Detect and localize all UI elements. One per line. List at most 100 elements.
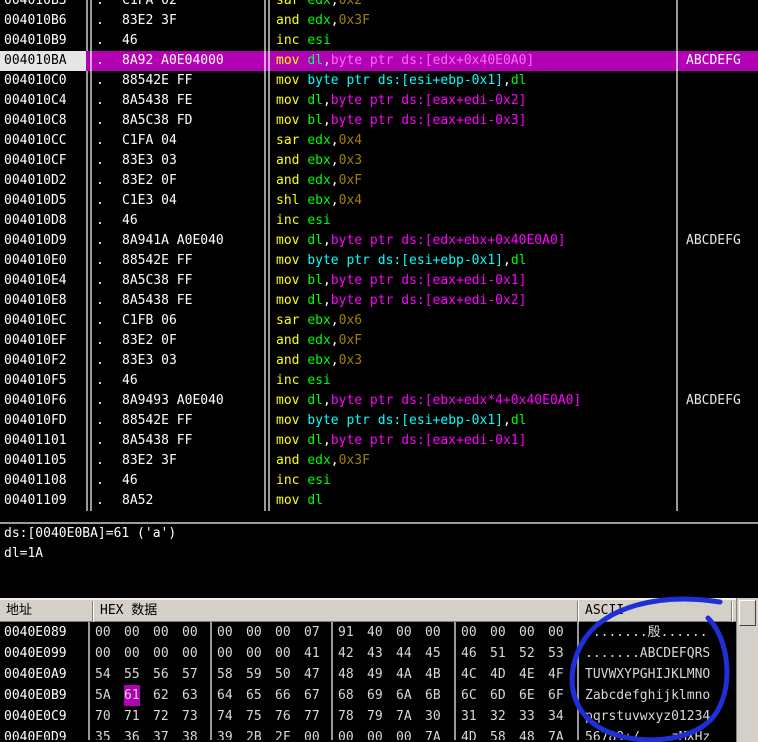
disassembly-address[interactable]: 00401105	[0, 451, 88, 471]
disassembly-address[interactable]: 00401108	[0, 471, 88, 491]
disassembly-hex-bytes[interactable]: 83E2 3F	[122, 451, 177, 471]
dump-byte[interactable]: 2B	[246, 727, 262, 740]
disassembly-hex-bytes[interactable]: 8A5C38 FF	[122, 271, 192, 291]
dump-byte[interactable]: 00	[124, 622, 140, 643]
dump-row[interactable]: 0040E0D9 35 36 37 38 39 2B 2F 00 00 00 00 7A 4D 58 48 7A…	[0, 727, 758, 740]
disassembly-row[interactable]: 004010D8. 46 inc esi	[0, 211, 758, 231]
dump-byte[interactable]: 46	[461, 643, 477, 664]
dump-byte[interactable]: 30	[425, 706, 441, 727]
disassembly-hex-bytes[interactable]: 46	[122, 371, 138, 391]
dump-byte[interactable]: 4D	[490, 664, 506, 685]
disassembly-row[interactable]: 004010BA. 8A92 A0E04000 mov dl,byte ptr ds…	[0, 51, 758, 71]
dump-byte[interactable]: 7A	[548, 727, 564, 740]
dump-byte[interactable]: 2F	[275, 727, 291, 740]
disassembly-hex-bytes[interactable]: 8A941A A0E040	[122, 231, 224, 251]
dump-byte[interactable]: 39	[217, 727, 233, 740]
disassembly-mnemonic[interactable]: inc esi	[276, 471, 331, 491]
disassembly-address[interactable]: 004010D9	[0, 231, 88, 251]
dump-byte[interactable]: 00	[95, 622, 111, 643]
dump-byte[interactable]: 6B	[425, 685, 441, 706]
dump-row[interactable]: 0040E0B9 5A 61 62 63 64 65 66 67 68 69 6A 6B 6C 6D 6E 6F…	[0, 685, 758, 706]
disassembly-address[interactable]: 00401109	[0, 491, 88, 511]
disassembly-address[interactable]: 004010EC	[0, 311, 88, 331]
dump-byte[interactable]: 32	[490, 706, 506, 727]
dump-byte[interactable]: 00	[182, 622, 198, 643]
dump-row[interactable]: 0040E0C9 70 71 72 73 74 75 76 77 78 79 7A 30 31 32 33 34…	[0, 706, 758, 727]
disassembly-hex-bytes[interactable]: 83E2 0F	[122, 171, 177, 191]
disassembly-mnemonic[interactable]: sar ebx,0x6	[276, 311, 362, 331]
dump-byte[interactable]: 58	[490, 727, 506, 740]
dump-byte[interactable]: 35	[95, 727, 111, 740]
dump-byte[interactable]: 64	[217, 685, 233, 706]
dump-byte[interactable]: 00	[275, 643, 291, 664]
dump-byte[interactable]: 79	[367, 706, 383, 727]
disassembly-address[interactable]: 004010CC	[0, 131, 88, 151]
dump-byte[interactable]: 47	[304, 664, 320, 685]
dump-rows[interactable]: 0040E089 00 00 00 00 00 00 00 07 91 40 00 00 00 00 00 00…	[0, 622, 758, 740]
disassembly-mnemonic[interactable]: mov dl,byte ptr ds:[ebx+edx*4+0x40E0A0]	[276, 391, 581, 411]
dump-byte[interactable]: 6A	[396, 685, 412, 706]
dump-header-sep-2[interactable]	[577, 601, 579, 622]
disassembly-address[interactable]: 004010C4	[0, 91, 88, 111]
dump-byte[interactable]: 00	[246, 643, 262, 664]
disassembly-row[interactable]: 004010C8. 8A5C38 FD mov bl,byte ptr ds:[ea…	[0, 111, 758, 131]
dump-byte[interactable]: 6E	[519, 685, 535, 706]
disassembly-hex-bytes[interactable]: C1FB 06	[122, 311, 177, 331]
dump-ascii[interactable]: pqrstuvwxyz01234	[585, 706, 710, 727]
dump-row-address[interactable]: 0040E0D9	[0, 727, 88, 740]
dump-byte[interactable]: 00	[124, 643, 140, 664]
disassembly-hex-bytes[interactable]: 46	[122, 31, 138, 51]
disassembly-mnemonic[interactable]: mov dl,byte ptr ds:[edx+ebx+0x40E0A0]	[276, 231, 566, 251]
dump-byte[interactable]: 00	[275, 622, 291, 643]
disassembly-hex-bytes[interactable]: 88542E FF	[122, 71, 192, 91]
dump-byte[interactable]: 4E	[519, 664, 535, 685]
disassembly-comment[interactable]: ABCDEFG	[686, 231, 741, 251]
dump-byte[interactable]: 00	[425, 622, 441, 643]
disassembly-address[interactable]: 004010F6	[0, 391, 88, 411]
dump-byte[interactable]: 70	[95, 706, 111, 727]
disassembly-row[interactable]: 004010F5. 46 inc esi	[0, 371, 758, 391]
disassembly-mnemonic[interactable]: mov bl,byte ptr ds:[eax+edi-0x1]	[276, 271, 526, 291]
dump-byte[interactable]: 00	[548, 622, 564, 643]
disassembly-address[interactable]: 004010CF	[0, 151, 88, 171]
dump-ascii[interactable]: Zabcdefghijklmno	[585, 685, 710, 706]
disassembly-row[interactable]: 004010B6. 83E2 3F and edx,0x3F	[0, 11, 758, 31]
disassembly-row[interactable]: 004010D9. 8A941A A0E040 mov dl,byte ptr ds…	[0, 231, 758, 251]
disassembly-row[interactable]: 004010E4. 8A5C38 FF mov bl,byte ptr ds:[ea…	[0, 271, 758, 291]
dump-byte[interactable]: 41	[304, 643, 320, 664]
dump-header-hex[interactable]: HEX 数据	[100, 600, 157, 623]
disassembly-row[interactable]: 00401109. 8A52 mov dl	[0, 491, 758, 511]
disassembly-mnemonic[interactable]: shl ebx,0x4	[276, 191, 362, 211]
disassembly-row[interactable]: 004010B3. C1FA 02 sar edx,0x2	[0, 0, 758, 11]
disassembly-hex-bytes[interactable]: 83E2 0F	[122, 331, 177, 351]
disassembly-mnemonic[interactable]: mov dl,byte ptr ds:[eax+edi-0x2]	[276, 91, 526, 111]
disassembly-address[interactable]: 004010B6	[0, 11, 88, 31]
dump-row-address[interactable]: 0040E0A9	[0, 664, 88, 685]
disassembly-address[interactable]: 004010C0	[0, 71, 88, 91]
dump-byte[interactable]: 00	[367, 727, 383, 740]
dump-byte[interactable]: 57	[182, 664, 198, 685]
disassembly-mnemonic[interactable]: mov bl,byte ptr ds:[eax+edi-0x3]	[276, 111, 526, 131]
dump-row[interactable]: 0040E0A9 54 55 56 57 58 59 50 47 48 49 4A 4B 4C 4D 4E 4F…	[0, 664, 758, 685]
disassembly-mnemonic[interactable]: mov byte ptr ds:[esi+ebp-0x1],dl	[276, 411, 526, 431]
disassembly-mnemonic[interactable]: and edx,0xF	[276, 171, 362, 191]
dump-byte[interactable]: 00	[246, 622, 262, 643]
disassembly-address[interactable]: 004010D8	[0, 211, 88, 231]
dump-scrollbar-thumb[interactable]	[739, 600, 756, 626]
dump-byte[interactable]: 78	[338, 706, 354, 727]
disassembly-mnemonic[interactable]: sar edx,0x2	[276, 0, 362, 11]
dump-byte[interactable]: 66	[275, 685, 291, 706]
disassembly-mnemonic[interactable]: mov byte ptr ds:[esi+ebp-0x1],dl	[276, 71, 526, 91]
dump-byte[interactable]: 00	[153, 643, 169, 664]
dump-row-address[interactable]: 0040E089	[0, 622, 88, 643]
disassembly-hex-bytes[interactable]: C1FA 02	[122, 0, 177, 11]
disassembly-row[interactable]: 004010E0. 88542E FF mov byte ptr ds:[esi+e…	[0, 251, 758, 271]
disassembly-address[interactable]: 004010B9	[0, 31, 88, 51]
disassembly-mnemonic[interactable]: mov dl,byte ptr ds:[eax+edi-0x1]	[276, 431, 526, 451]
disassembly-address[interactable]: 004010FD	[0, 411, 88, 431]
disassembly-address[interactable]: 004010E8	[0, 291, 88, 311]
dump-byte[interactable]: 52	[519, 643, 535, 664]
disassembly-comment[interactable]: ABCDEFG	[686, 391, 741, 411]
dump-row-address[interactable]: 0040E0C9	[0, 706, 88, 727]
dump-byte[interactable]: 6F	[548, 685, 564, 706]
